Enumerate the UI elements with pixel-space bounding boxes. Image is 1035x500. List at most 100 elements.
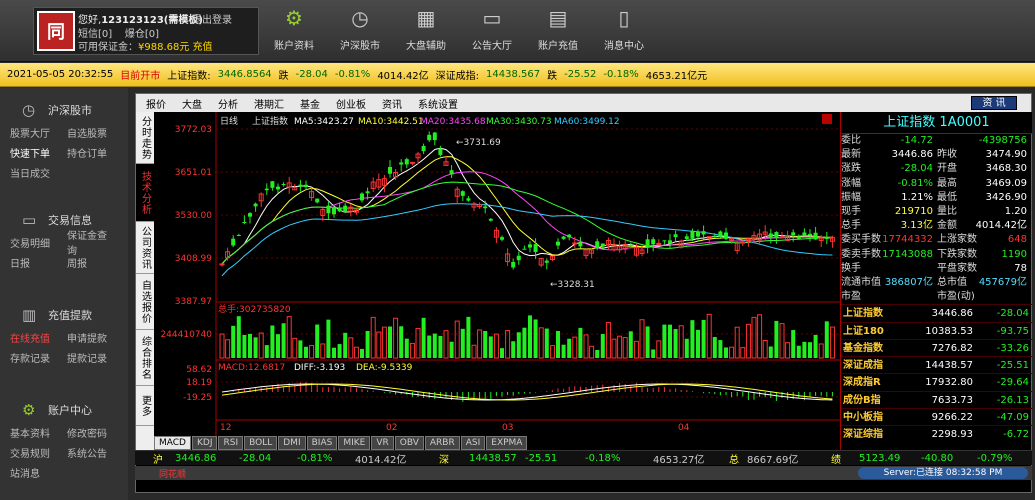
sidebar-item-profile[interactable]: 基本资料 xyxy=(0,425,57,440)
menu-settings[interactable]: 系统设置 xyxy=(418,96,458,111)
volume-bar xyxy=(718,340,723,358)
volume-bar xyxy=(343,332,348,358)
candle-body xyxy=(724,232,728,239)
quote-row: 涨幅 -0.81% 最高 3469.09 xyxy=(841,177,1027,189)
quote-row: 最新 3446.86 昨收 3474.90 xyxy=(841,149,1027,161)
index-row[interactable]: 中小板指 9266.22 -47.09 xyxy=(841,408,1032,425)
ma20-label: MA20:3435.68 xyxy=(420,117,486,127)
volume-bar xyxy=(544,328,549,358)
sidebar-item-notices[interactable]: 系统公告 xyxy=(57,445,114,460)
sidebar-item-watchlist[interactable]: 自选股票 xyxy=(57,125,114,140)
tab-rsi[interactable]: RSI xyxy=(218,436,244,450)
candle-body xyxy=(662,240,667,242)
tab-more[interactable]: 更多 xyxy=(136,386,154,426)
price-tick: 3772.03 xyxy=(175,125,212,135)
news-button[interactable]: 资 讯 xyxy=(971,96,1017,110)
nav-account[interactable]: ⚙ 账户资料 xyxy=(262,6,326,52)
index-row[interactable]: 基金指数 7276.82 -33.26 xyxy=(841,338,1032,356)
tab-technical[interactable]: 技术分析 xyxy=(136,164,154,222)
candle-body xyxy=(432,132,437,141)
menu-analysis[interactable]: 分析 xyxy=(218,96,238,111)
volume-bar xyxy=(421,317,426,358)
index-row[interactable]: 上证指数 3446.86 -28.04 xyxy=(841,304,1032,321)
sidebar-header-funds[interactable]: ▥ 充值提款 xyxy=(0,303,128,327)
tab-ranking[interactable]: 综合排名 xyxy=(136,330,154,386)
market-status: 目前开市 xyxy=(120,71,161,82)
tab-mike[interactable]: MIKE xyxy=(338,436,371,450)
nav-messages[interactable]: ▯ 消息中心 xyxy=(592,6,656,52)
candle-body xyxy=(337,208,342,212)
menu-fund[interactable]: 基金 xyxy=(300,96,320,111)
tab-boll[interactable]: BOLL xyxy=(244,436,278,450)
margin-value: ¥988.68元 xyxy=(138,42,190,53)
date-tick: 12 xyxy=(220,423,231,433)
candle-body xyxy=(684,236,689,239)
index-row[interactable]: 成份B指 7633.73 -26.13 xyxy=(841,390,1032,408)
tab-company-info[interactable]: 公司资讯 xyxy=(136,222,154,274)
sidebar-item-trade-detail[interactable]: 交易明细 xyxy=(0,235,57,250)
volume-bar xyxy=(724,347,728,358)
quote-row: 总手 3.13亿 金额 4014.42亿 xyxy=(841,220,1027,232)
sidebar-header-account[interactable]: ⚙ 账户中心 xyxy=(0,398,128,422)
volume-bar xyxy=(483,331,488,358)
tab-asi[interactable]: ASI xyxy=(460,436,486,450)
kline-chart[interactable]: 日线 上证指数 MA5:3423.27 MA10:3442.51 MA20:34… xyxy=(154,112,840,438)
sidebar-item-online-recharge[interactable]: 在线充值 xyxy=(0,330,57,345)
sidebar-item-site-messages[interactable]: 站消息 xyxy=(0,465,57,480)
menu-gem[interactable]: 创业板 xyxy=(336,96,366,111)
candle-body xyxy=(276,186,280,190)
nav-market-aid[interactable]: ▦ 大盘辅助 xyxy=(394,6,458,52)
candle-body xyxy=(567,234,572,238)
nav-stock-market[interactable]: ◷ 沪深股市 xyxy=(328,6,392,52)
tab-watchlist-quote[interactable]: 自选报价 xyxy=(136,274,154,330)
sidebar-item-weekly-report[interactable]: 周报 xyxy=(57,255,114,270)
menu-quote[interactable]: 报价 xyxy=(146,96,166,111)
quote-row: 委买手数 17744332 上涨家数 648 xyxy=(841,234,1027,246)
tab-intraday[interactable]: 分时走势 xyxy=(136,112,154,164)
sidebar-item-change-password[interactable]: 修改密码 xyxy=(57,425,114,440)
candle-body xyxy=(483,206,488,209)
nav-announcements[interactable]: ▭ 公告大厅 xyxy=(460,6,524,52)
volume-bar xyxy=(449,341,454,358)
candle-body xyxy=(712,235,717,237)
gear-icon: ⚙ xyxy=(22,401,36,419)
nav-recharge[interactable]: ▤ 账户充值 xyxy=(526,6,590,52)
tab-expma[interactable]: EXPMA xyxy=(486,436,528,450)
tab-macd[interactable]: MACD xyxy=(154,436,191,450)
volume-bar xyxy=(690,320,695,358)
volume-bar xyxy=(388,326,392,358)
candle-body xyxy=(600,243,605,247)
recharge-link[interactable]: 充值 xyxy=(193,42,213,53)
index-row[interactable]: 深成指R 17932.80 -29.64 xyxy=(841,373,1032,390)
sidebar-item-deposit-log[interactable]: 存款记录 xyxy=(0,350,57,365)
tab-dmi[interactable]: DMI xyxy=(278,436,306,450)
index-row[interactable]: 上证180 10383.53 -93.75 xyxy=(841,321,1032,339)
menu-news[interactable]: 资讯 xyxy=(382,96,402,111)
ma30-label: MA30:3430.73 xyxy=(486,117,552,127)
sidebar-item-daily-report[interactable]: 日报 xyxy=(0,255,57,270)
tab-obv[interactable]: OBV xyxy=(394,436,424,450)
sidebar-item-margin-query[interactable]: 保证金查询 xyxy=(57,227,114,257)
sidebar-item-positions[interactable]: 持仓订单 xyxy=(57,145,114,160)
sidebar-item-withdraw[interactable]: 申请提款 xyxy=(57,330,114,345)
tab-vr[interactable]: VR xyxy=(371,436,394,450)
sidebar-header-stock[interactable]: ◷ 沪深股市 xyxy=(0,98,128,122)
index-row[interactable]: 深证成指 14438.57 -25.51 xyxy=(841,356,1032,373)
tab-bias[interactable]: BIAS xyxy=(306,436,338,450)
sidebar-item-rules[interactable]: 交易规则 xyxy=(0,445,57,460)
candle-body xyxy=(808,233,812,236)
candle-body xyxy=(281,183,286,185)
sidebar-item-withdraw-log[interactable]: 提款记录 xyxy=(57,350,114,365)
tab-arbr[interactable]: ARBR xyxy=(424,436,460,450)
candle-body xyxy=(802,232,807,237)
menu-bar: 报价 大盘 分析 港期汇 基金 创业板 资讯 系统设置 xyxy=(136,94,1031,112)
index-row[interactable]: 深证综指 2298.93 -6.72 xyxy=(841,425,1032,442)
tab-kdj[interactable]: KDJ xyxy=(191,436,218,450)
close-chart-icon[interactable] xyxy=(822,114,832,124)
menu-market[interactable]: 大盘 xyxy=(182,96,202,111)
sidebar-item-stock-hall[interactable]: 股票大厅 xyxy=(0,125,57,140)
sidebar-item-quick-order[interactable]: 快速下单 xyxy=(0,145,57,160)
logout-link[interactable]: 退出登录 xyxy=(192,11,232,26)
menu-hk-futures-fx[interactable]: 港期汇 xyxy=(254,96,284,111)
sidebar-item-today-trades[interactable]: 当日成交 xyxy=(0,165,57,180)
